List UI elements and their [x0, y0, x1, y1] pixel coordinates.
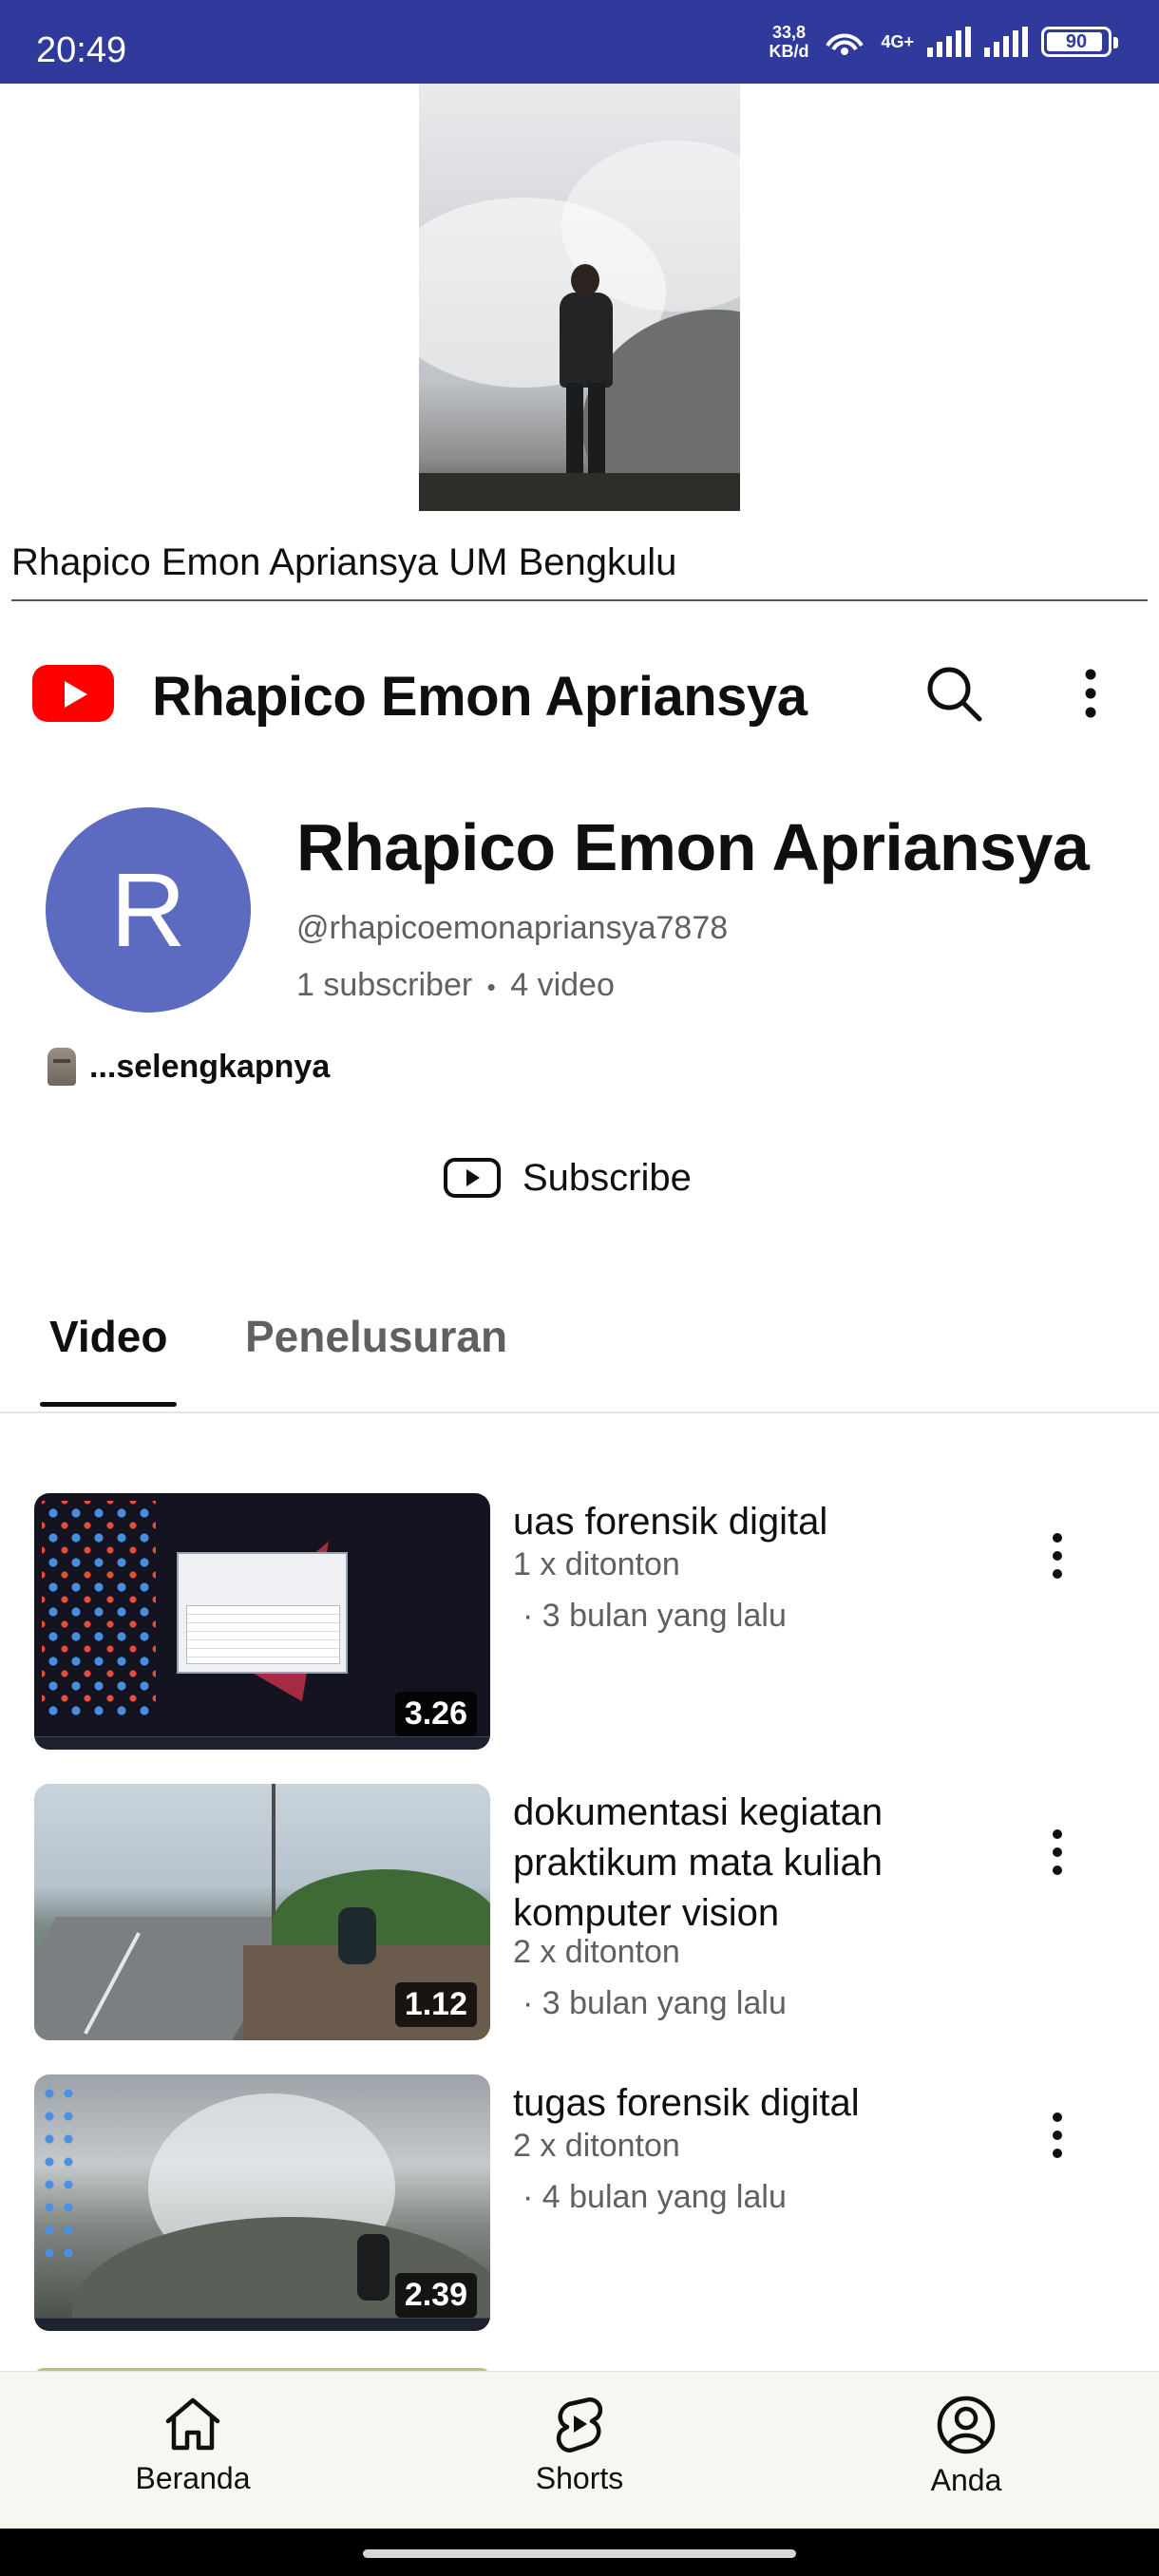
video-thumbnail[interactable]: 2.39	[34, 2074, 490, 2331]
more-vert-icon	[1053, 2112, 1062, 2158]
search-button[interactable]	[920, 659, 988, 728]
more-vert-icon	[1053, 1829, 1062, 1875]
channel-handle: @rhapicoemonapriansya7878	[296, 910, 729, 946]
banner-caption: Rhapico Emon Apriansya UM Bengkulu	[11, 541, 677, 583]
video-views: 2 x ditonton	[513, 1934, 680, 1970]
video-more-button[interactable]	[1036, 1818, 1079, 1886]
status-icons: 33,8 KB/d 4G+ 90	[769, 23, 1118, 61]
network-speed-value: 33,8	[771, 23, 806, 42]
avatar[interactable]: R	[46, 807, 251, 1013]
video-item[interactable]: 1.12 dokumentasi kegiatan praktikum mata…	[0, 1784, 1159, 2042]
tabs-divider	[0, 1411, 1159, 1413]
nav-label-shorts: Shorts	[535, 2461, 624, 2495]
video-thumbnail[interactable]: 1.12	[34, 1784, 490, 2040]
header-title: Rhapico Emon Apriansya	[152, 666, 808, 728]
home-icon	[165, 2397, 220, 2451]
network-speed: 33,8 KB/d	[769, 23, 808, 61]
bottom-nav: Beranda Shorts Anda	[0, 2371, 1159, 2529]
subscribe-label: Subscribe	[522, 1156, 692, 1199]
video-title[interactable]: uas forensik digital	[513, 1497, 1007, 1547]
caption-divider	[11, 599, 1148, 601]
stats-separator: •	[486, 973, 496, 1001]
video-title[interactable]: tugas forensik digital	[513, 2078, 1007, 2129]
video-date: · 3 bulan yang lalu	[522, 1598, 787, 1634]
video-duration: 1.12	[394, 1982, 477, 2027]
youtube-play-icon	[444, 1158, 501, 1198]
video-views: 2 x ditonton	[513, 2128, 680, 2164]
battery-level: 90	[1065, 30, 1088, 52]
account-circle-icon	[937, 2396, 996, 2454]
channel-description[interactable]: ...selengkapnya	[48, 1048, 330, 1086]
network-speed-unit: KB/d	[769, 42, 809, 61]
active-tab-indicator	[40, 1402, 177, 1407]
nav-item-beranda[interactable]: Beranda	[98, 2395, 288, 2496]
app-header: Rhapico Emon Apriansya	[0, 655, 1159, 739]
status-time: 20:49	[36, 30, 127, 70]
network-type: 4G+	[881, 31, 914, 51]
nav-label-beranda: Beranda	[135, 2461, 251, 2495]
battery-icon: 90	[1041, 27, 1118, 57]
banner-image	[419, 84, 740, 511]
moai-emoji-icon	[48, 1048, 76, 1086]
nav-label-anda: Anda	[930, 2463, 1002, 2497]
channel-name: Rhapico Emon Apriansya	[296, 810, 1090, 884]
video-item[interactable]: 3.26 uas forensik digital 1 x ditonton ·…	[0, 1493, 1159, 1752]
description-more-link[interactable]: ...selengkapnya	[89, 1049, 330, 1086]
search-icon	[927, 667, 982, 722]
signal-icon-2	[984, 27, 1028, 57]
tab-video[interactable]: Video	[49, 1311, 167, 1362]
video-date: · 3 bulan yang lalu	[522, 1985, 787, 2021]
wifi-call-icon	[826, 33, 864, 55]
video-item[interactable]: 2.39 tugas forensik digital 2 x ditonton…	[0, 2074, 1159, 2333]
video-more-button[interactable]	[1036, 1522, 1079, 1590]
home-indicator[interactable]	[363, 2549, 796, 2558]
channel-stats: 1 subscriber • 4 video	[296, 967, 615, 1004]
subscriber-count: 1 subscriber	[296, 967, 473, 1003]
nav-item-anda[interactable]: Anda	[871, 2395, 1061, 2498]
video-thumbnail[interactable]: 3.26	[34, 1493, 490, 1750]
more-vert-icon	[1085, 669, 1096, 718]
subscribe-button[interactable]: Subscribe	[443, 1151, 692, 1204]
video-count: 4 video	[510, 967, 615, 1003]
signal-icon	[927, 27, 971, 57]
video-views: 1 x ditonton	[513, 1546, 680, 1582]
tab-penelusuran[interactable]: Penelusuran	[245, 1311, 507, 1362]
video-duration: 3.26	[394, 1692, 477, 1736]
nav-item-shorts[interactable]: Shorts	[484, 2395, 674, 2496]
video-duration: 2.39	[394, 2273, 477, 2318]
youtube-logo-icon[interactable]	[32, 665, 114, 722]
status-bar: 20:49 33,8 KB/d 4G+ 90	[0, 0, 1159, 84]
more-options-button[interactable]	[1056, 659, 1125, 728]
more-vert-icon	[1053, 1533, 1062, 1579]
video-more-button[interactable]	[1036, 2101, 1079, 2169]
video-date: · 4 bulan yang lalu	[522, 2179, 787, 2215]
video-title[interactable]: dokumentasi kegiatan praktikum mata kuli…	[513, 1788, 1007, 1939]
shorts-icon	[556, 2396, 603, 2453]
